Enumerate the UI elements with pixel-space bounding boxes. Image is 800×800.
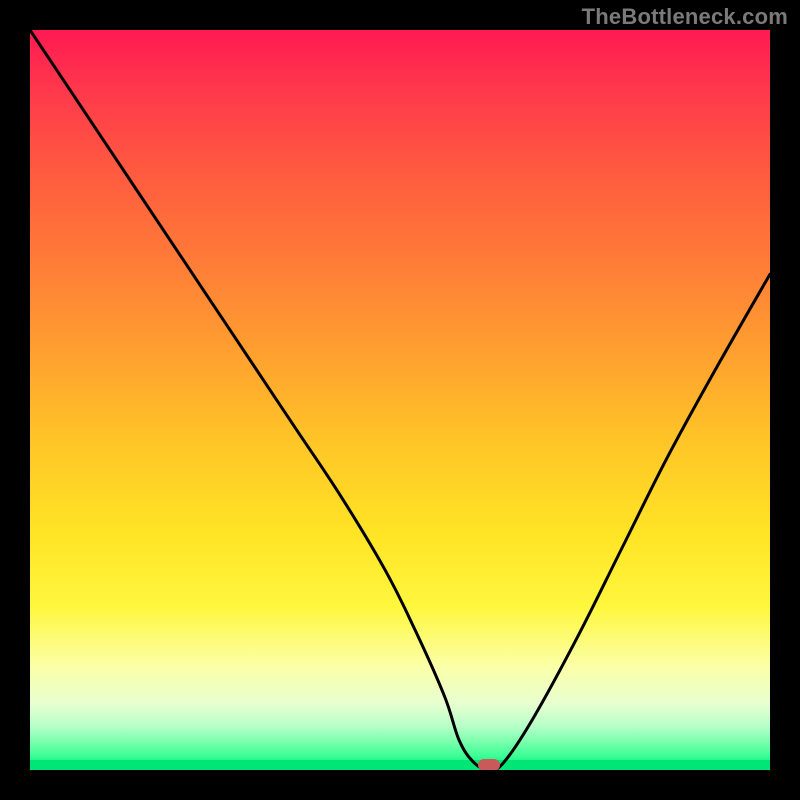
watermark-text: TheBottleneck.com [582,4,788,30]
minimum-marker [478,759,500,770]
plot-area [30,30,770,770]
curve-svg [30,30,770,770]
bottleneck-curve-path [30,30,770,770]
chart-frame: TheBottleneck.com [0,0,800,800]
